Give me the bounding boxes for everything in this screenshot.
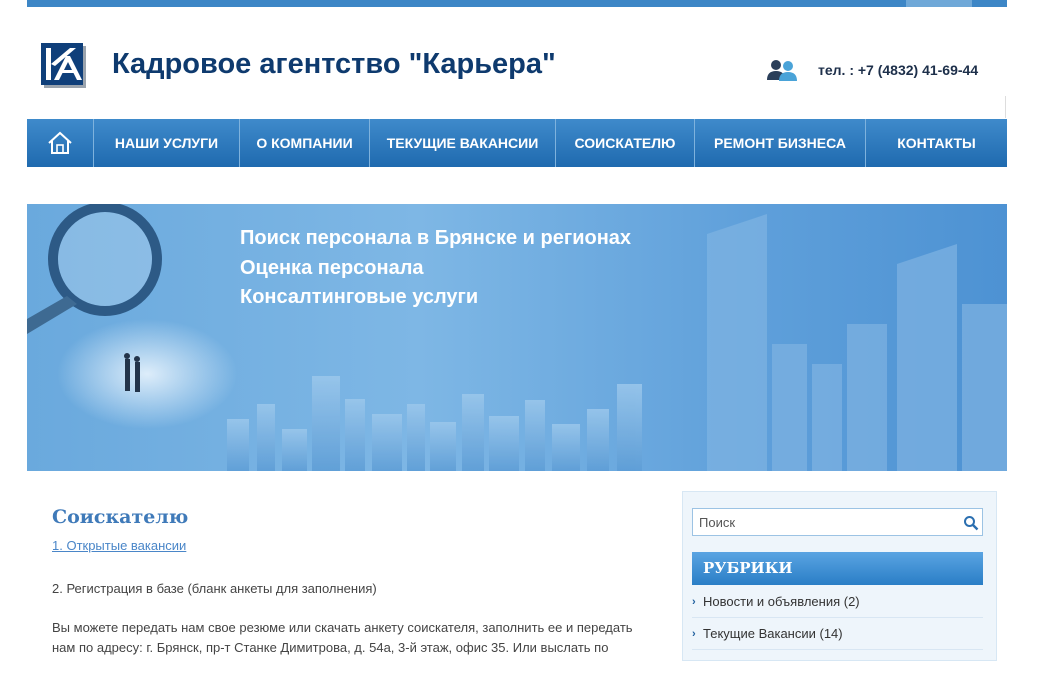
main-content: Соискателю 1. Открытые вакансии 2. Регис… — [52, 506, 652, 677]
nav-applicants[interactable]: СОИСКАТЕЛЮ — [556, 119, 695, 167]
resume-instructions-text: Вы можете передать нам свое резюме или с… — [52, 620, 633, 655]
search-icon[interactable] — [963, 515, 979, 531]
header-divider — [1005, 96, 1006, 118]
top-accent-bar — [27, 0, 1007, 7]
rubriki-heading: РУБРИКИ — [692, 552, 983, 585]
site-title[interactable]: Кадровое агентство "Карьера" — [112, 48, 556, 81]
sidebar: РУБРИКИ › Новости и объявления (2) › Тек… — [682, 491, 997, 661]
chevron-right-icon: › — [692, 627, 696, 640]
banner-line-search: Поиск персонала в Брянске и регионах — [240, 227, 632, 249]
category-label: Новости и объявления (2) — [703, 594, 860, 609]
category-label: Текущие Вакансии (14) — [703, 626, 843, 641]
registration-text: 2. Регистрация в базе (бланк анкеты для … — [52, 581, 377, 596]
home-icon — [48, 131, 72, 154]
nav-about[interactable]: О КОМПАНИИ — [240, 119, 370, 167]
phone-number: тел. : +7 (4832) 41-69-44 — [818, 62, 979, 78]
chevron-right-icon: › — [692, 595, 696, 608]
open-vacancies-link[interactable]: 1. Открытые вакансии — [52, 538, 652, 553]
category-item-vacancies[interactable]: › Текущие Вакансии (14) — [692, 618, 983, 650]
nav-services[interactable]: НАШИ УСЛУГИ — [94, 119, 240, 167]
page-title: Соискателю — [52, 506, 189, 528]
banner-line-assessment: Оценка персонала — [240, 256, 424, 279]
nav-home[interactable] — [27, 119, 94, 167]
nav-contacts[interactable]: КОНТАКТЫ — [866, 119, 1007, 167]
search-input[interactable] — [699, 513, 949, 531]
banner-text: Поиск персонала в Брянске и регионах Оце… — [240, 224, 631, 313]
contact-people-icon — [766, 57, 800, 83]
nav-business-repair[interactable]: РЕМОНТ БИЗНЕСА — [695, 119, 866, 167]
hero-banner: Поиск персонала в Брянске и регионах Оце… — [27, 204, 1007, 471]
search-box — [692, 508, 983, 536]
main-nav: НАШИ УСЛУГИ О КОМПАНИИ ТЕКУЩИЕ ВАКАНСИИ … — [27, 119, 1007, 167]
logo-icon[interactable] — [40, 42, 88, 90]
category-item-news[interactable]: › Новости и объявления (2) — [692, 586, 983, 618]
category-list: › Новости и объявления (2) › Текущие Вак… — [692, 586, 983, 650]
top-accent-tab — [906, 0, 972, 7]
nav-vacancies[interactable]: ТЕКУЩИЕ ВАКАНСИИ — [370, 119, 556, 167]
banner-line-consulting: Консалтинговые услуги — [240, 286, 479, 308]
